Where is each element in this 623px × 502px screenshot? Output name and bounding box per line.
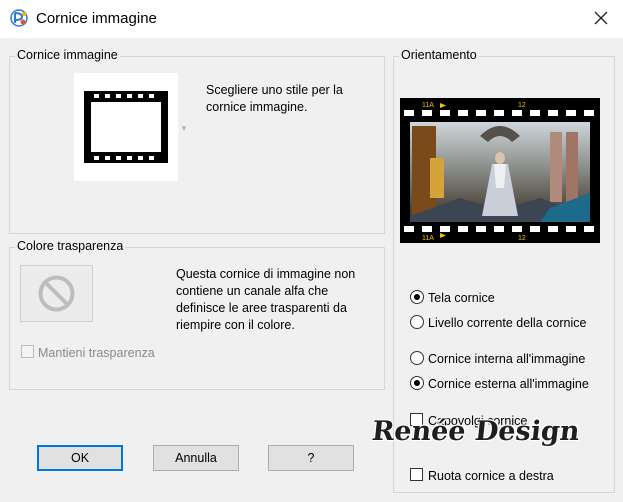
- ok-button[interactable]: OK: [37, 445, 123, 471]
- film-mark-bottom-left: 11A: [422, 235, 434, 242]
- title-bar: Cornice immagine: [0, 0, 623, 38]
- watermark-logo: Renée Design: [370, 416, 582, 447]
- window-title: Cornice immagine: [36, 10, 157, 27]
- film-frame-preview-image: 11A 12 11A 12: [400, 98, 600, 243]
- frame-canvas-radio[interactable]: [410, 290, 424, 304]
- frame-outside-radio[interactable]: [410, 376, 424, 390]
- rotate-frame-label: Ruota cornice a destra: [428, 469, 554, 483]
- frame-description: Scegliere uno stile per la cornice immag…: [206, 83, 343, 114]
- frame-outside-label: Cornice esterna all'immagine: [428, 377, 589, 391]
- close-icon: [594, 11, 608, 25]
- help-button[interactable]: ?: [268, 445, 354, 471]
- transparency-color-swatch[interactable]: [20, 265, 93, 322]
- dropdown-arrow-icon[interactable]: ▼: [180, 124, 188, 133]
- transparency-description: Questa cornice di immagine non contiene …: [176, 267, 356, 332]
- keep-transparency-checkbox[interactable]: [21, 345, 34, 358]
- film-mark-top-left: 11A: [422, 102, 434, 109]
- orientation-preview: 11A 12 11A 12: [400, 98, 600, 243]
- cancel-button[interactable]: Annulla: [153, 445, 239, 471]
- film-mark-bottom-right: 12: [518, 235, 526, 242]
- frame-current-layer-radio[interactable]: [410, 315, 424, 329]
- film-frame-thumbnail: [84, 91, 168, 163]
- film-mark-top-right: 12: [518, 102, 526, 109]
- frame-inside-label: Cornice interna all'immagine: [428, 352, 586, 366]
- frame-style-picker[interactable]: [74, 73, 178, 181]
- rotate-frame-checkbox[interactable]: [410, 468, 423, 481]
- orientation-group-label: Orientamento: [399, 48, 479, 62]
- paintshop-pro-icon: [10, 9, 28, 27]
- frame-current-layer-label: Livello corrente della cornice: [428, 316, 587, 330]
- no-color-icon: [38, 275, 75, 312]
- frame-canvas-label: Tela cornice: [428, 291, 495, 305]
- keep-transparency-label: Mantieni trasparenza: [38, 346, 155, 360]
- frame-group-label: Cornice immagine: [15, 48, 120, 62]
- transparency-group-label: Colore trasparenza: [15, 239, 126, 253]
- frame-inside-radio[interactable]: [410, 351, 424, 365]
- close-button[interactable]: [585, 4, 617, 32]
